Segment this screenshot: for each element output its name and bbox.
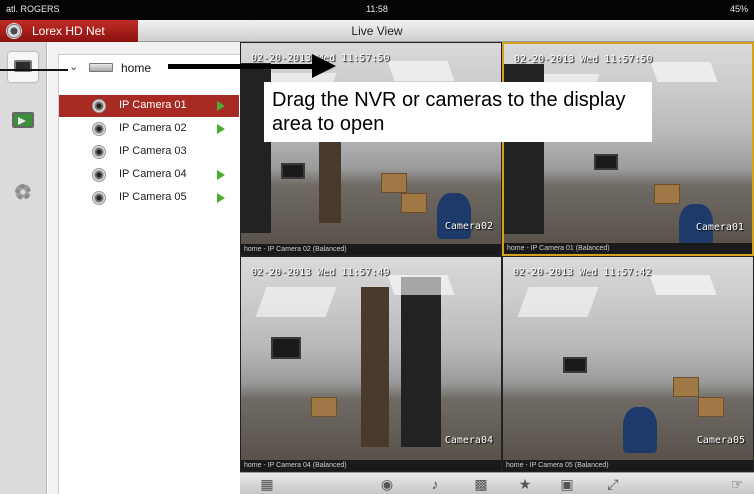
camera-feed: [241, 257, 501, 460]
arrow-right-icon: [312, 54, 336, 78]
camera-icon: [92, 168, 106, 182]
device-panel: ⌄ home IP Camera 01 IP Camera 02 IP Came…: [48, 42, 240, 494]
camera-name-overlay: Camera05: [696, 435, 745, 446]
tile-caption: home - IP Camera 05 (Balanced): [503, 460, 753, 471]
device-list-button[interactable]: [8, 52, 38, 82]
playback-icon: [12, 112, 34, 128]
microphone-icon[interactable]: ♪: [426, 476, 444, 492]
play-icon: [217, 193, 225, 203]
annotation-callout: Drag the NVR or cameras to the display a…: [264, 82, 652, 142]
settings-button[interactable]: [8, 178, 38, 208]
camera-label: IP Camera 03: [119, 145, 187, 157]
camera-feed: [504, 44, 752, 250]
camera-label: IP Camera 02: [119, 122, 187, 134]
timestamp-overlay: 02-20-2013 Wed 11:57:50: [514, 54, 653, 65]
camera-feed: [241, 43, 501, 246]
camera-icon: [92, 99, 106, 113]
device-tree: ⌄ home IP Camera 01 IP Camera 02 IP Came…: [58, 54, 240, 494]
camera-item-01[interactable]: IP Camera 01: [59, 95, 239, 117]
camera-label: IP Camera 05: [119, 191, 187, 203]
play-icon: [217, 170, 225, 180]
nvr-icon: [89, 63, 113, 72]
camera-icon: [92, 122, 106, 136]
gear-icon: [15, 184, 31, 200]
timestamp-overlay: 02-20-2013 Wed 11:57:49: [251, 267, 390, 278]
camera-label: IP Camera 01: [119, 99, 187, 111]
video-tile-camera02[interactable]: 02-20-2013 Wed 11:57:50 Camera02 home - …: [240, 42, 502, 256]
timestamp-overlay: 02-20-2013 Wed 11:57:42: [513, 267, 652, 278]
favorite-icon[interactable]: ★: [516, 476, 534, 492]
camera-item-04[interactable]: IP Camera 04: [59, 164, 239, 186]
camera-feed: [503, 257, 753, 460]
camera-label: IP Camera 04: [119, 168, 187, 180]
tile-caption: home - IP Camera 04 (Balanced): [241, 460, 501, 471]
status-clock: 11:58: [366, 4, 388, 14]
fullscreen-icon[interactable]: ⤢: [604, 476, 622, 492]
ptz-icon[interactable]: ☞: [728, 476, 746, 492]
camera-item-03[interactable]: IP Camera 03: [59, 141, 239, 163]
bottom-toolbar: ▦ ◉ ♪ ▩ ★ ▣ ⤢ ☞: [240, 472, 754, 494]
video-tile-camera04[interactable]: 02-20-2013 Wed 11:57:49 Camera04 home - …: [240, 256, 502, 472]
camera-name-overlay: Camera02: [444, 221, 493, 232]
playback-button[interactable]: [8, 106, 38, 136]
page-title: Live View: [351, 24, 403, 38]
tile-caption: home - IP Camera 02 (Balanced): [241, 244, 501, 255]
play-icon: [217, 124, 225, 134]
status-bar: atl. ROGERS 11:58 45%: [0, 0, 754, 20]
camera-icon: [92, 145, 106, 159]
chevron-down-icon[interactable]: ⌄: [69, 60, 78, 73]
battery-label: 45%: [729, 4, 748, 14]
camera-item-05[interactable]: IP Camera 05: [59, 187, 239, 209]
camera-icon: [92, 191, 106, 205]
title-bar: Lorex HD Net Live View: [0, 20, 754, 42]
camera-name-overlay: Camera01: [695, 222, 744, 233]
layout-icon[interactable]: ▦: [258, 476, 276, 492]
annotation-arrow: [168, 64, 318, 69]
close-all-icon[interactable]: ▣: [558, 476, 576, 492]
tile-caption: home - IP Camera 01 (Balanced): [504, 243, 752, 254]
video-tile-camera05[interactable]: 02-20-2013 Wed 11:57:42 Camera05 home - …: [502, 256, 754, 472]
tree-node-label: home: [121, 61, 152, 75]
image-quality-icon[interactable]: ▩: [472, 476, 490, 492]
camera-item-02[interactable]: IP Camera 02: [59, 118, 239, 140]
video-tile-camera01[interactable]: 02-20-2013 Wed 11:57:50 Camera01 home - …: [502, 42, 754, 256]
camera-name-overlay: Camera04: [444, 435, 493, 446]
snapshot-icon[interactable]: ◉: [378, 476, 396, 492]
left-toolbar: [0, 42, 47, 494]
callout-leader-line: [0, 69, 68, 71]
play-icon: [217, 101, 225, 111]
